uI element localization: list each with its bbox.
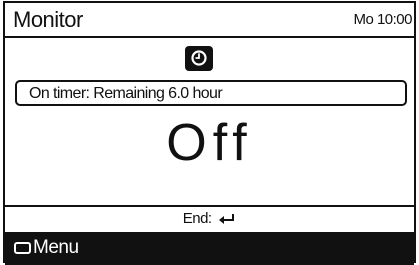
menu-bar[interactable]: Menu: [5, 232, 414, 265]
menu-button-icon: [14, 242, 31, 254]
enter-return-icon: [219, 214, 235, 224]
footer-divider: [5, 205, 414, 207]
timer-remaining-text: On timer: Remaining 6.0 hour: [29, 85, 223, 102]
header: Monitor Mo 10:00: [5, 3, 414, 37]
end-hint: End:: [5, 210, 414, 227]
timer-status-box: On timer: Remaining 6.0 hour: [15, 80, 407, 106]
page-title: Monitor: [13, 7, 83, 32]
operation-status: Off: [166, 114, 253, 172]
header-divider: [5, 36, 414, 38]
controller-display: Monitor Mo 10:00 On timer: Remaining 6.0…: [3, 1, 416, 265]
menu-label: Menu: [33, 237, 79, 258]
end-label: End:: [182, 210, 212, 227]
day-time-display: Mo 10:00: [353, 11, 412, 28]
clock-icon: [185, 46, 213, 71]
